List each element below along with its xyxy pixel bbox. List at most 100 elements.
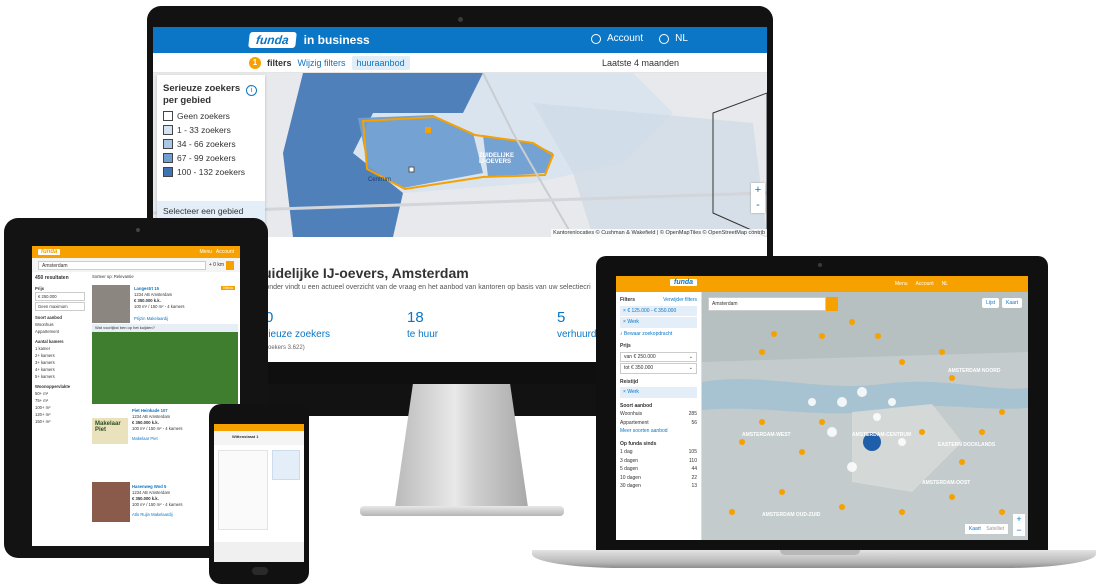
- option-count: 105: [688, 449, 697, 455]
- listing-meta: 100 m² / 150 m² - 4 kamers: [132, 426, 183, 431]
- legend-item[interactable]: 67 - 99 zoekers: [163, 153, 259, 163]
- listing-agent[interactable]: Atlo Rujin Makelaardij: [132, 512, 183, 518]
- radius-select[interactable]: + 0 km: [209, 262, 224, 268]
- active-filter-chip[interactable]: huuraanbod: [351, 55, 410, 70]
- rooms-option[interactable]: 1 kamer: [35, 345, 85, 352]
- area-option[interactable]: 100+ m²: [35, 404, 85, 411]
- more-types-link[interactable]: Meer soorten aanbod: [620, 427, 697, 436]
- laptop-nav: Menu Account NL: [895, 281, 948, 287]
- type-option[interactable]: Woonhuis 285: [620, 410, 697, 419]
- phone-home-button[interactable]: [252, 567, 268, 575]
- map-view-button[interactable]: Kaart: [1002, 298, 1022, 308]
- legend-label: 1 - 33 zoekers: [177, 125, 231, 135]
- rooms-option[interactable]: 3+ kamers: [35, 359, 85, 366]
- since-option[interactable]: 5 dagen 44: [620, 465, 697, 474]
- map-type-toggle[interactable]: Kaart Satelliet: [964, 524, 1008, 534]
- listing-photo[interactable]: [92, 482, 130, 522]
- map-type-option[interactable]: Satelliet: [986, 526, 1004, 532]
- filter-chip[interactable]: × Werk: [620, 317, 697, 328]
- account-link[interactable]: Account: [916, 281, 934, 287]
- since-option[interactable]: 10 dagen 22: [620, 474, 697, 483]
- area-option[interactable]: 50+ m²: [35, 390, 85, 397]
- search-button[interactable]: [226, 260, 234, 270]
- reset-filters-link[interactable]: Verwijder filters: [663, 296, 697, 305]
- rooms-option[interactable]: 5+ kamers: [35, 373, 85, 380]
- imac-camera: [458, 17, 463, 22]
- menu-link[interactable]: Menu: [895, 281, 908, 287]
- stat-label: te huur: [407, 329, 439, 340]
- makelaar-logo: Makelaar Piet: [92, 418, 128, 444]
- price-to-select[interactable]: Geen maximum: [35, 302, 85, 311]
- zoom-out-button[interactable]: -: [751, 198, 765, 213]
- since-option[interactable]: 1 dag 105: [620, 448, 697, 457]
- option-count: 44: [691, 466, 697, 472]
- map-type-option[interactable]: Kaart: [969, 526, 981, 532]
- funda-logo[interactable]: funda: [38, 249, 61, 255]
- zoom-in-button[interactable]: +: [751, 183, 765, 198]
- zoom-out-button[interactable]: −: [1013, 525, 1025, 536]
- zoom-in-button[interactable]: +: [1013, 514, 1025, 525]
- map-label: AMSTERDAM NOORD: [948, 368, 1001, 374]
- since-option[interactable]: 3 dagen 110: [620, 457, 697, 466]
- legend-item[interactable]: Geen zoekers: [163, 111, 259, 121]
- laptop-zoom-control: + −: [1013, 514, 1025, 536]
- price-from-select[interactable]: € 250.000: [35, 292, 85, 301]
- account-link[interactable]: Account: [607, 33, 643, 44]
- sort-select[interactable]: Sorteer op: Relevantie: [90, 272, 240, 281]
- list-view-button[interactable]: Lijst: [982, 298, 1000, 308]
- phone-screen: Wittenstraat 1: [214, 424, 304, 562]
- legend-item[interactable]: 34 - 66 zoekers: [163, 139, 259, 149]
- ad-block[interactable]: Wat voorlijkst ben op het kuijden?: [92, 324, 238, 404]
- type-option[interactable]: Appartement 56: [620, 419, 697, 428]
- save-search-link[interactable]: ♪ Bewaar zoekopdracht: [620, 330, 697, 339]
- rooms-option[interactable]: 4+ kamers: [35, 366, 85, 373]
- since-option[interactable]: 30 dagen 13: [620, 482, 697, 491]
- search-button[interactable]: [826, 297, 838, 311]
- menu-link[interactable]: Menu: [200, 249, 213, 255]
- phone-form[interactable]: [218, 450, 268, 530]
- stat-label: rieuze zoekers: [265, 329, 331, 340]
- language-switch[interactable]: NL: [675, 33, 688, 44]
- type-option[interactable]: Woonhuis: [35, 321, 85, 328]
- filter-chip[interactable]: × € 125.000 - € 350.000: [620, 305, 697, 316]
- phone-topbar: [214, 424, 304, 431]
- legend-item[interactable]: 100 - 132 zoekers: [163, 167, 259, 177]
- edit-filters-link[interactable]: Wijzig filters: [298, 58, 346, 68]
- select-value: van € 250.000: [624, 353, 656, 360]
- info-icon[interactable]: i: [246, 85, 257, 96]
- laptop-map[interactable]: AMSTERDAM-WEST AMSTERDAM-CENTRUM EASTERN…: [702, 292, 1028, 540]
- price-to-select[interactable]: tot € 350.000 ⌄: [620, 363, 697, 374]
- price-from-select[interactable]: van € 250.000 ⌄: [620, 351, 697, 362]
- legend-item[interactable]: 1 - 33 zoekers: [163, 125, 259, 135]
- period-selector[interactable]: Laatste 4 maanden: [602, 58, 679, 68]
- account-link[interactable]: Account: [216, 249, 234, 255]
- option-label: Appartement: [620, 419, 649, 426]
- area-option[interactable]: 120+ m²: [35, 411, 85, 418]
- listing-card[interactable]: Langestrt 15 1234 AB Amsterdam € 350.000…: [92, 283, 238, 329]
- search-input[interactable]: Amsterdam: [708, 297, 826, 311]
- office-marker: [425, 127, 431, 133]
- legend-swatch: [163, 139, 173, 149]
- search-input[interactable]: Amsterdam: [38, 260, 206, 270]
- funda-logo[interactable]: funda: [670, 279, 698, 286]
- option-count: 110: [689, 457, 697, 464]
- tablet-search: Amsterdam + 0 km: [32, 258, 240, 272]
- listing-agent[interactable]: Prijzin Makelaardij: [134, 316, 185, 322]
- legend-swatch: [163, 153, 173, 163]
- laptop-map-graphics: [702, 292, 1028, 540]
- map-label: AMSTERDAM OUD-ZUID: [762, 512, 821, 518]
- area-option[interactable]: 150+ m²: [35, 418, 85, 425]
- type-label: Soort aanbod: [35, 315, 62, 320]
- type-option[interactable]: Appartement: [35, 328, 85, 335]
- rooms-option[interactable]: 2+ kamers: [35, 352, 85, 359]
- map-legend: Serieuze zoekers per gebied i Geen zoeke…: [157, 75, 265, 237]
- topbar-right: Account NL: [591, 33, 688, 44]
- area-option[interactable]: 75+ m²: [35, 397, 85, 404]
- listing-photo[interactable]: [92, 285, 130, 323]
- travel-chip[interactable]: × Werk: [620, 387, 697, 398]
- listing-agent[interactable]: Makelaar Piet: [132, 436, 183, 442]
- option-label: 5 dagen: [620, 466, 639, 472]
- language-switch[interactable]: NL: [942, 281, 948, 287]
- funda-logo[interactable]: funda: [248, 32, 297, 48]
- ad-banner: Wat voorlijkst ben op het kuijden?: [92, 324, 238, 332]
